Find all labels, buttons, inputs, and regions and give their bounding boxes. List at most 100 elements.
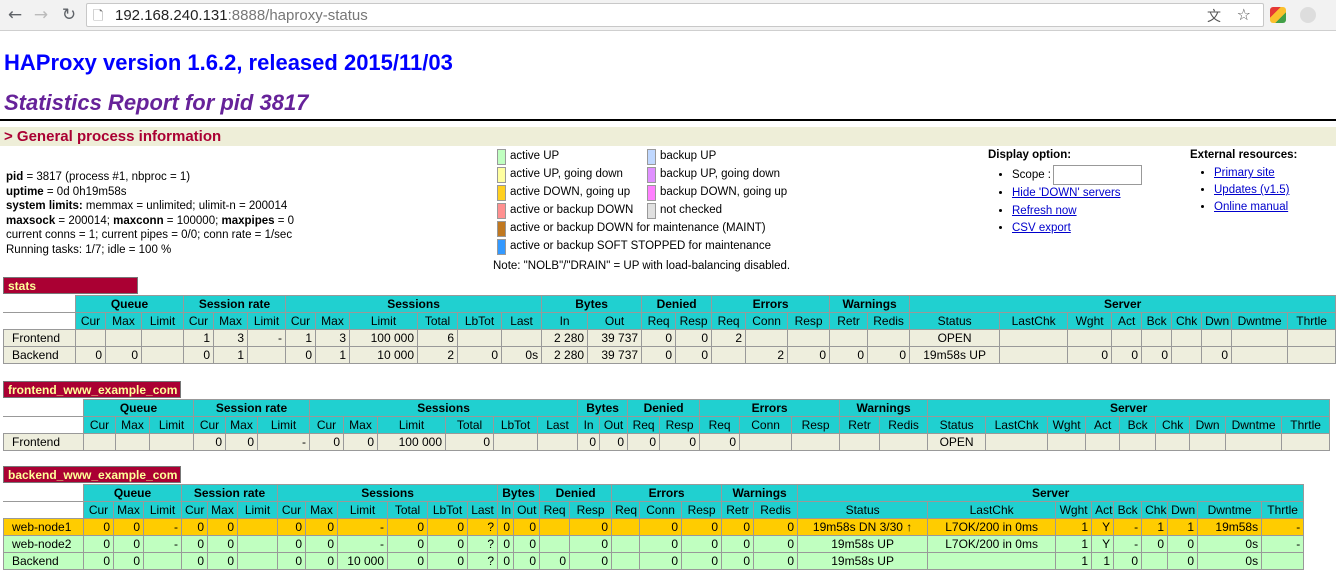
hide-down-link[interactable]: Hide 'DOWN' servers (1012, 187, 1121, 199)
table-cell: 0 (305, 552, 338, 570)
translate-icon[interactable]: 文 (1207, 6, 1221, 26)
column-header: Bck (1119, 416, 1157, 434)
table-cell (115, 433, 150, 451)
table-cell: 0 (627, 433, 661, 451)
table-cell: 0 (193, 433, 226, 451)
row-name[interactable]: web-node2 (3, 535, 84, 553)
column-header: Retr (839, 416, 881, 434)
row-name[interactable]: web-node1 (3, 518, 84, 536)
back-arrow-icon[interactable]: ← (4, 4, 26, 26)
table-cell (1047, 433, 1087, 451)
table-cell: - (337, 535, 388, 553)
table-row: web-node1 0 0-0 0 0 0-0 0? 0 0 0 0 0 0 0 19m58s DN 3/3… (3, 518, 1305, 536)
address-bar[interactable]: 🗋 192.168.240.131:8888/haproxy-status 文 … (86, 3, 1264, 27)
column-header: Conn (639, 501, 683, 519)
column-header: Limit (143, 501, 182, 519)
table-cell: 0 (207, 518, 238, 536)
extension-icon-2[interactable] (1300, 7, 1316, 23)
legend-label: backup UP, going down (660, 168, 780, 180)
column-header: Last (466, 501, 499, 519)
table-cell: 0 (183, 346, 214, 364)
row-name[interactable]: Backend (3, 346, 76, 364)
column-header: Dwn (1189, 416, 1227, 434)
external-resources: External resources: Primary site Updates… (1190, 149, 1297, 216)
column-header: Status (797, 501, 929, 519)
table-cell: 0 (721, 552, 755, 570)
scope-input[interactable] (1053, 165, 1142, 185)
column-header: Cur (75, 312, 106, 330)
refresh-link[interactable]: Refresh now (1012, 205, 1077, 217)
display-options: Display option: Scope : Hide 'DOWN' serv… (988, 149, 1142, 238)
table-cell: 3 (315, 329, 350, 347)
table-cell (237, 552, 278, 570)
forward-arrow-icon[interactable]: → (30, 4, 52, 26)
table-cell: 0 (83, 552, 114, 570)
column-group-header: Queue (83, 399, 194, 417)
column-header: Max (225, 416, 258, 434)
table-cell: ? (466, 518, 499, 536)
online-manual-link[interactable]: Online manual (1214, 201, 1288, 213)
proxy-title[interactable]: backend_www_example_com (3, 466, 181, 483)
column-header: Status (927, 416, 987, 434)
table-cell: 0 (1167, 535, 1199, 553)
primary-site-link[interactable]: Primary site (1214, 167, 1275, 179)
table-cell: 1 (1141, 518, 1169, 536)
column-header: Dwntme (1231, 312, 1289, 330)
extension-icon[interactable] (1270, 7, 1286, 23)
table-cell (1171, 329, 1203, 347)
table-cell: 0 (513, 552, 541, 570)
column-header: Resp (681, 501, 723, 519)
table-cell (141, 329, 184, 347)
legend-label: active DOWN, going up (510, 186, 631, 198)
table-cell: 0 (225, 433, 258, 451)
column-group-header: Bytes (541, 295, 643, 313)
table-cell: Y (1091, 535, 1115, 553)
header-corner (3, 399, 84, 417)
table-cell: 0 (753, 552, 799, 570)
csv-export-link[interactable]: CSV export (1012, 222, 1071, 234)
row-name[interactable]: Backend (3, 552, 84, 570)
column-group-header: Warnings (839, 399, 929, 417)
table-cell: OPEN (927, 433, 987, 451)
address-url[interactable]: 192.168.240.131:8888/haproxy-status (115, 7, 368, 24)
table-cell (1201, 329, 1233, 347)
legend-label: active UP, going down (510, 168, 623, 180)
table-cell: 1 (1055, 535, 1093, 553)
table-cell: 1 (213, 346, 248, 364)
reload-icon[interactable]: ↻ (58, 4, 80, 26)
row-name[interactable]: Frontend (3, 433, 84, 451)
legend-swatch (647, 149, 656, 165)
table-cell: - (1261, 535, 1305, 553)
legend-label: active or backup DOWN for maintenance (M… (510, 222, 766, 234)
column-header: Limit (141, 312, 184, 330)
table-cell: 1 (183, 329, 214, 347)
table-cell (149, 433, 194, 451)
table-cell: 0 (681, 535, 723, 553)
table-cell: 19m58s DN 3/30 ↑ (797, 518, 929, 536)
proxy-title[interactable]: frontend_www_example_com (3, 381, 181, 398)
table-cell: 1 (315, 346, 350, 364)
legend-label: active or backup SOFT STOPPED for mainte… (510, 240, 771, 252)
page-info-icon[interactable]: 🗋 (93, 7, 103, 29)
column-group-header: Sessions (284, 295, 543, 313)
legend-label: active UP (510, 150, 560, 162)
table-cell: L7OK/200 in 0ms (927, 535, 1057, 553)
updates-link[interactable]: Updates (v1.5) (1214, 184, 1289, 196)
proxy-title[interactable]: stats (3, 277, 138, 294)
column-header: Cur (277, 501, 306, 519)
table-cell: - (1113, 535, 1143, 553)
table-cell (1287, 346, 1336, 364)
table-cell: - (247, 329, 286, 347)
column-header: Resp (659, 416, 701, 434)
table-cell (143, 552, 182, 570)
table-cell (745, 329, 789, 347)
row-name[interactable]: Frontend (3, 329, 76, 347)
table-cell: 0 (569, 552, 613, 570)
table-cell: 39 737 (587, 329, 643, 347)
table-cell (711, 346, 747, 364)
table-cell (1111, 329, 1143, 347)
table-cell (247, 346, 286, 364)
column-group-header: Server (797, 484, 1305, 502)
bookmark-star-icon[interactable]: ☆ (1237, 5, 1251, 24)
table-cell: 0 (285, 346, 316, 364)
